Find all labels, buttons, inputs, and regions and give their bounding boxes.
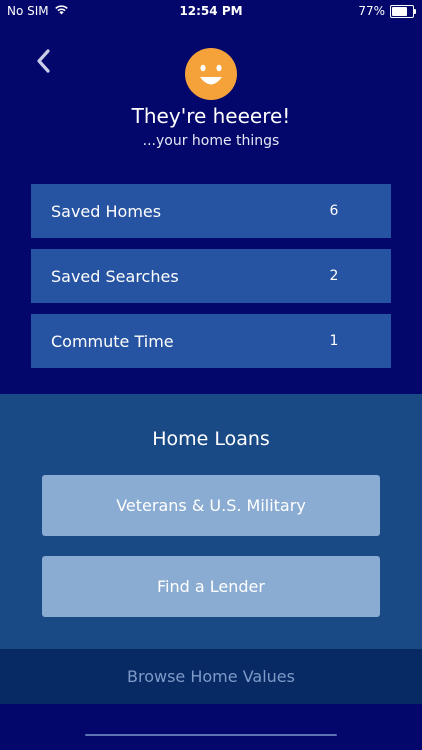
page-title: They're heeere!	[131, 104, 291, 128]
page-subtitle: ...your home things	[142, 133, 280, 149]
battery-icon	[390, 4, 416, 18]
row-label: Saved Homes	[51, 201, 162, 221]
chevron-left-icon	[37, 49, 50, 73]
row-label: Commute Time	[51, 331, 174, 351]
veterans-military-button[interactable]: Veterans & U.S. Military	[42, 475, 380, 536]
battery-percent: 77%	[358, 4, 385, 18]
status-bar: No SIM 12:54 PM 77%	[0, 0, 422, 24]
home-loans-section: Home Loans Veterans & U.S. Military Find…	[0, 394, 422, 649]
back-button[interactable]	[30, 44, 56, 78]
saved-searches-row[interactable]: Saved Searches 2	[31, 249, 391, 303]
home-things-list: Saved Homes 6 Saved Searches 2 Commute T…	[31, 184, 391, 379]
find-lender-button[interactable]: Find a Lender	[42, 556, 380, 617]
browse-home-values-button[interactable]: Browse Home Values	[0, 649, 422, 704]
commute-time-row[interactable]: Commute Time 1	[31, 314, 391, 368]
browse-label: Browse Home Values	[127, 667, 295, 686]
row-label: Saved Searches	[51, 266, 179, 286]
row-count: 1	[329, 333, 339, 349]
home-indicator[interactable]	[85, 734, 337, 736]
home-loans-title: Home Loans	[152, 428, 270, 450]
battery-fill	[392, 6, 408, 16]
saved-homes-row[interactable]: Saved Homes 6	[31, 184, 391, 238]
status-right: 77%	[358, 4, 416, 18]
row-count: 2	[329, 268, 339, 284]
smiley-icon	[185, 48, 237, 100]
row-count: 6	[329, 203, 339, 219]
